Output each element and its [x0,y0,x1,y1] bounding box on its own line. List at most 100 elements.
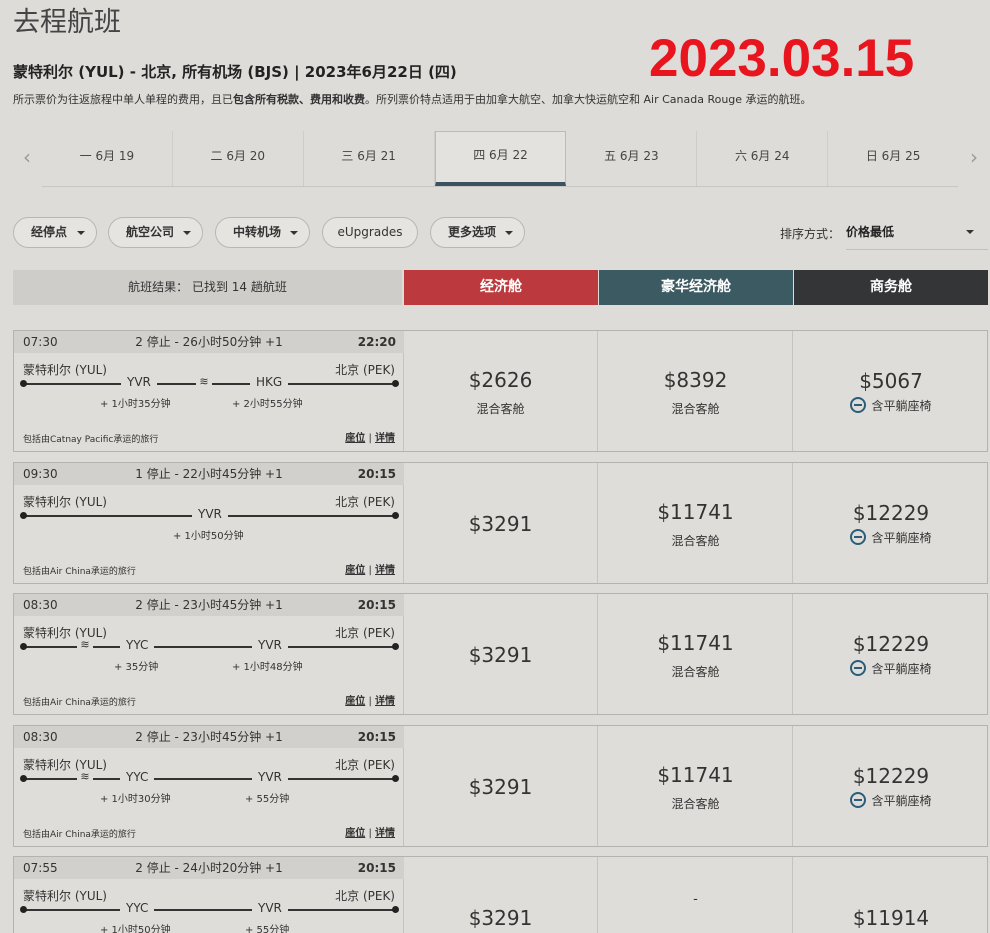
date-tab-sun[interactable]: 日 6月 25 [828,131,958,186]
layover-duration: + 55分钟 [245,925,290,933]
details-link[interactable]: 详情 [375,565,395,576]
stop-code: YVR [121,375,157,389]
details-link[interactable]: 详情 [375,433,395,444]
layover-duration: + 55分钟 [245,794,290,805]
cabin-header-economy[interactable]: 经济舱 [404,270,598,305]
destination-dot [392,906,399,913]
cabin-header-business[interactable]: 商务舱 [794,270,988,305]
more-options-button[interactable]: 更多选项 [430,217,525,248]
route-line [20,906,399,913]
chevron-down-icon [183,231,191,235]
business-fare-cell[interactable]: $11914 [794,857,988,933]
fare-note-prefix: 所示票价为往返旅程中单人单程的费用，且已 [13,93,233,106]
route-summary: 蒙特利尔 (YUL) - 北京, 所有机场 (BJS) | 2023年6月22日… [13,63,457,81]
origin-dot [20,512,27,519]
business-fare-cell[interactable]: $5067 含平躺座椅 [794,331,988,451]
layover-duration: + 1小时50分钟 [173,531,244,542]
economy-fare-cell[interactable]: $3291 [404,594,598,714]
seat-link[interactable]: 座位 [345,828,365,839]
destination-airport: 北京 (PEK) [335,889,395,903]
premium-price: $11741 [657,763,734,787]
date-stamp: 2023.03.15 [649,29,915,88]
date-tab-sat[interactable]: 六 6月 24 [697,131,829,186]
business-price: $12229 [852,764,930,788]
economy-fare-cell[interactable]: $3291 [404,726,598,846]
premium-fare-cell[interactable]: $8392 混合客舱 [599,331,793,451]
layover-duration: + 1小时50分钟 [100,925,171,933]
flight-card: 08:30 2 停止 - 23小时45分钟 +1 20:15 蒙特利尔 (YUL… [13,593,988,715]
flight-card: 07:55 2 停止 - 24小时20分钟 +1 20:15 蒙特利尔 (YUL… [13,856,988,933]
date-tab-wed[interactable]: 三 6月 21 [304,131,435,186]
seat-link[interactable]: 座位 [345,696,365,707]
premium-price: $11741 [657,500,734,524]
seat-link[interactable]: 座位 [345,433,365,444]
business-price: $12229 [852,632,930,656]
premium-price: - [693,892,698,907]
economy-price: $3291 [468,643,533,667]
flight-info: 07:30 2 停止 - 26小时50分钟 +1 22:20 蒙特利尔 (YUL… [14,331,404,451]
arrival-time: 20:15 [357,861,396,875]
arrival-time: 20:15 [357,598,396,612]
flight-header: 09:30 1 停止 - 22小时45分钟 +1 20:15 [14,463,404,485]
business-cabin-text: 含平躺座椅 [871,399,932,413]
sort-select[interactable]: 价格最低 [846,218,988,250]
flight-info: 08:30 2 停止 - 23小时45分钟 +1 20:15 蒙特利尔 (YUL… [14,594,404,714]
flight-header: 08:30 2 停止 - 23小时45分钟 +1 20:15 [14,726,404,748]
flight-header: 08:30 2 停止 - 23小时45分钟 +1 20:15 [14,594,404,616]
details-link[interactable]: 详情 [375,696,395,707]
premium-cabin-note: 混合客舱 [671,665,720,679]
date-tab-mon[interactable]: 一 6月 19 [42,131,173,186]
premium-fare-cell[interactable]: $11741 混合客舱 [599,726,793,846]
economy-fare-cell[interactable]: $3291 [404,463,598,583]
layover-duration: + 1小时35分钟 [100,399,171,410]
flight-header: 07:55 2 停止 - 24小时20分钟 +1 20:15 [14,857,404,879]
economy-price: $3291 [468,512,533,536]
eupgrades-filter-label: eUpgrades [337,225,403,239]
date-tab-fri[interactable]: 五 6月 23 [566,131,698,186]
economy-price: $2626 [468,368,533,392]
airline-filter-button[interactable]: 航空公司 [108,217,203,248]
flight-summary: 2 停止 - 23小时45分钟 +1 [135,598,283,612]
flight-header: 07:30 2 停止 - 26小时50分钟 +1 22:20 [14,331,404,353]
business-price: $12229 [852,501,930,525]
premium-cabin-note: 混合客舱 [671,402,720,416]
connection-filter-button[interactable]: 中转机场 [215,217,310,248]
chevron-left-icon[interactable]: ‹ [13,145,41,169]
date-tab-tue[interactable]: 二 6月 20 [173,131,304,186]
origin-airport: 蒙特利尔 (YUL) [23,758,107,772]
economy-fare-cell[interactable]: $3291 [404,857,598,933]
cabin-header-premium[interactable]: 豪华经济舱 [599,270,793,305]
more-options-label: 更多选项 [448,225,497,239]
date-tabs: 一 6月 19 二 6月 20 三 6月 21 四 6月 22 五 6月 23 … [42,131,958,187]
fare-note-suffix: 。所列票价特点适用于由加拿大航空、加拿大快运航空和 Air Canada Rou… [365,93,812,106]
stops-filter-button[interactable]: 经停点 [13,217,97,248]
destination-airport: 北京 (PEK) [335,758,395,772]
flight-links: 座位 | 详情 [345,828,395,839]
flight-info: 07:55 2 停止 - 24小时20分钟 +1 20:15 蒙特利尔 (YUL… [14,857,404,933]
arrival-time: 20:15 [357,730,396,744]
origin-dot [20,643,27,650]
lie-flat-seat-icon [850,397,867,413]
seat-link[interactable]: 座位 [345,565,365,576]
economy-fare-cell[interactable]: $2626 混合客舱 [404,331,598,451]
lie-flat-seat-icon [850,792,867,808]
business-fare-cell[interactable]: $12229 含平躺座椅 [794,594,988,714]
premium-price: $11741 [657,631,734,655]
date-tab-thu-selected[interactable]: 四 6月 22 [434,131,567,186]
origin-airport: 蒙特利尔 (YUL) [23,363,107,377]
eupgrades-filter-button[interactable]: eUpgrades [322,217,418,248]
premium-fare-cell[interactable]: - [599,857,793,933]
business-fare-cell[interactable]: $12229 含平躺座椅 [794,463,988,583]
flight-card: 09:30 1 停止 - 22小时45分钟 +1 20:15 蒙特利尔 (YUL… [13,462,988,584]
chevron-down-icon [966,230,974,234]
operator-note: 包括由Catnay Pacific承运的旅行 [23,435,159,445]
flight-summary: 2 停止 - 24小时20分钟 +1 [135,861,283,875]
arrival-time: 22:20 [357,335,396,349]
chevron-right-icon[interactable]: › [960,145,988,169]
results-count: 航班结果： 已找到 14 趟航班 [13,270,402,305]
premium-fare-cell[interactable]: $11741 混合客舱 [599,594,793,714]
business-fare-cell[interactable]: $12229 含平躺座椅 [794,726,988,846]
premium-fare-cell[interactable]: $11741 混合客舱 [599,463,793,583]
destination-dot [392,380,399,387]
details-link[interactable]: 详情 [375,828,395,839]
